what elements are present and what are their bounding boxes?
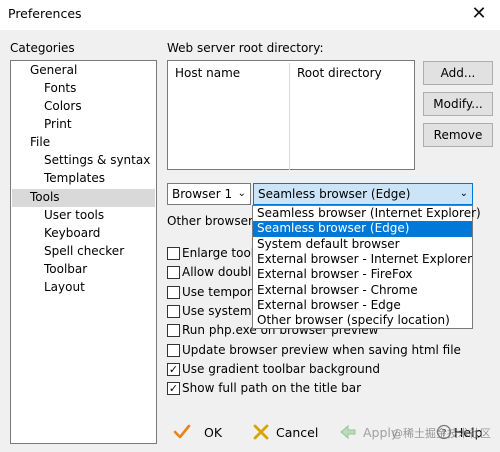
cancel-button[interactable]: Cancel xyxy=(250,421,320,443)
checkmark-icon: ✓ xyxy=(168,363,179,376)
tree-item-user-tools[interactable]: User tools xyxy=(44,208,104,222)
column-header-root-directory[interactable]: Root directory xyxy=(297,66,382,80)
run-php-checkbox[interactable] xyxy=(167,324,180,337)
update-preview-label: Update browser preview when saving html … xyxy=(182,343,461,357)
categories-label: Categories xyxy=(10,41,75,55)
dropdown-option[interactable]: External browser - Internet Explorer xyxy=(253,252,472,267)
browser-type-select[interactable]: Seamless browser (Edge) ⌄ xyxy=(253,183,473,205)
webserver-label: Web server root directory: xyxy=(167,41,324,55)
tree-item-colors[interactable]: Colors xyxy=(44,99,82,113)
ok-label: OK xyxy=(204,425,223,440)
arrow-left-icon xyxy=(340,425,356,439)
dropdown-option-selected[interactable]: Seamless browser (Edge) xyxy=(253,221,472,237)
categories-tree[interactable]: General Fonts Colors Print File Settings… xyxy=(10,60,157,444)
window-title: Preferences xyxy=(8,6,82,21)
tree-item-tools[interactable]: Tools xyxy=(30,190,60,204)
dropdown-option[interactable]: Seamless browser (Internet Explorer) xyxy=(253,206,481,221)
gradient-toolbar-checkbox[interactable]: ✓ xyxy=(167,363,180,376)
tree-item-templates[interactable]: Templates xyxy=(44,171,105,185)
tree-item-fonts[interactable]: Fonts xyxy=(44,81,76,95)
remove-button[interactable]: Remove xyxy=(423,123,493,147)
close-icon[interactable]: ✕ xyxy=(466,2,492,26)
tree-item-spell-checker[interactable]: Spell checker xyxy=(44,244,124,258)
cancel-x-icon xyxy=(253,424,269,440)
dropdown-option[interactable]: System default browser xyxy=(253,237,472,252)
chevron-down-icon: ⌄ xyxy=(459,188,468,199)
gradient-toolbar-label: Use gradient toolbar background xyxy=(182,362,381,376)
full-path-label: Show full path on the title bar xyxy=(182,381,362,395)
use-temporary-label: Use tempora xyxy=(182,285,260,299)
update-preview-checkbox[interactable] xyxy=(167,344,180,357)
column-header-host-name[interactable]: Host name xyxy=(175,66,240,80)
cancel-label: Cancel xyxy=(276,425,319,440)
allow-double-label: Allow double- xyxy=(182,265,264,279)
browser-number-value: Browser 1 xyxy=(172,187,233,201)
tree-item-file[interactable]: File xyxy=(30,135,50,149)
dropdown-option[interactable]: External browser - FireFox xyxy=(253,267,472,282)
use-system-checkbox[interactable] xyxy=(167,305,180,318)
browser-number-select[interactable]: Browser 1 ⌄ xyxy=(167,183,251,205)
add-button[interactable]: Add... xyxy=(423,61,493,85)
full-path-checkbox[interactable]: ✓ xyxy=(167,382,180,395)
tree-item-settings-syntax[interactable]: Settings & syntax xyxy=(44,153,150,167)
dropdown-option[interactable]: Other browser (specify location) xyxy=(253,313,472,328)
dropdown-option[interactable]: External browser - Chrome xyxy=(253,283,472,298)
tree-item-general[interactable]: General xyxy=(30,63,77,77)
enlarge-toolbar-checkbox[interactable] xyxy=(167,247,180,260)
use-temporary-checkbox[interactable] xyxy=(167,286,180,299)
checkmark-icon: ✓ xyxy=(168,382,179,395)
apply-button[interactable]: Apply xyxy=(338,421,400,443)
dropdown-option[interactable]: External browser - Edge xyxy=(253,298,472,313)
tree-item-layout[interactable]: Layout xyxy=(44,280,85,294)
tree-item-keyboard[interactable]: Keyboard xyxy=(44,226,100,240)
browser-type-dropdown[interactable]: Seamless browser (Internet Explorer) Sea… xyxy=(252,205,481,329)
chevron-down-icon: ⌄ xyxy=(237,188,246,199)
tree-item-print[interactable]: Print xyxy=(44,117,72,131)
column-separator xyxy=(289,63,290,170)
enlarge-toolbar-label: Enlarge toolb xyxy=(182,246,262,260)
browser-type-value: Seamless browser (Edge) xyxy=(258,187,411,201)
watermark: @稀土掘金技术社区 xyxy=(392,427,491,440)
check-icon xyxy=(173,424,191,439)
allow-double-checkbox[interactable] xyxy=(167,266,180,279)
tree-item-toolbar[interactable]: Toolbar xyxy=(44,262,87,276)
other-browser-label: Other browser: xyxy=(167,214,257,228)
modify-button[interactable]: Modify... xyxy=(423,92,493,116)
use-system-label: Use system d xyxy=(182,304,264,318)
ok-button[interactable]: OK xyxy=(168,421,228,443)
